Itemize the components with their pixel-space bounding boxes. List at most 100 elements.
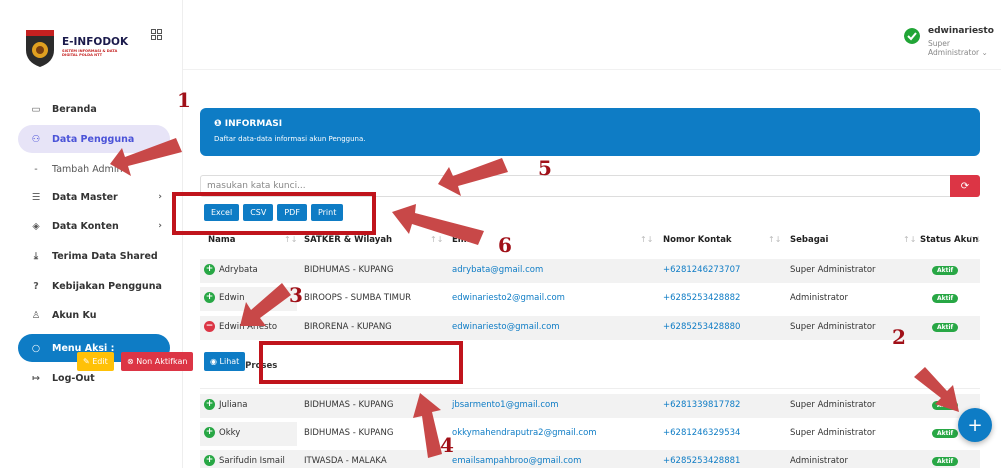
- logout-icon: ↦: [32, 372, 40, 384]
- cell-name: Okky: [219, 428, 241, 438]
- cell-name: Juliana: [219, 400, 248, 410]
- header-email[interactable]: Email: [452, 235, 478, 245]
- cell-email[interactable]: edwinariesto2@gmail.com: [452, 293, 565, 303]
- annotation-number: 3: [289, 283, 303, 307]
- status-badge: Aktif: [932, 323, 959, 332]
- sidebar-item-label: Data Pengguna: [52, 133, 135, 145]
- table-row[interactable]: + Juliana BIDHUMAS - KUPANG jbsarmento1@…: [200, 394, 980, 418]
- info-text: Daftar data-data informasi akun Pengguna…: [214, 135, 366, 143]
- cell-email[interactable]: okkymahendraputra2@gmail.com: [452, 428, 597, 438]
- grid-menu-icon[interactable]: [151, 29, 162, 40]
- table-row[interactable]: + Edwin BIROOPS - SUMBA TIMUR edwinaries…: [200, 287, 980, 311]
- cell-phone[interactable]: +6281246273707: [663, 265, 740, 275]
- cell-role: Administrator: [790, 456, 848, 466]
- user-role-dropdown[interactable]: Super Administrator ⌄: [928, 39, 1001, 57]
- status-badge: Aktif: [932, 401, 959, 410]
- header-sebagai[interactable]: Sebagai: [790, 235, 828, 245]
- add-fab-button[interactable]: +: [958, 408, 992, 442]
- cell-email[interactable]: jbsarmento1@gmail.com: [452, 400, 559, 410]
- collapse-icon[interactable]: −: [204, 321, 215, 332]
- sidebar-item-tambah-admin[interactable]: - Tambah Admin: [18, 155, 170, 183]
- non-aktifkan-button[interactable]: ⊗ Non Aktifkan: [121, 352, 194, 371]
- chevron-right-icon: ›: [158, 221, 162, 231]
- sort-icon[interactable]: ↑↓: [968, 235, 981, 244]
- header-satker[interactable]: SATKER & Wilayah: [304, 235, 392, 245]
- expand-icon[interactable]: +: [204, 264, 215, 275]
- chevron-right-icon: ›: [158, 192, 162, 202]
- expand-icon[interactable]: +: [204, 455, 215, 466]
- header-nama[interactable]: Nama: [208, 235, 235, 245]
- check-circle-icon: [904, 28, 920, 44]
- sidebar-item-data-konten[interactable]: ◈ Data Konten ›: [18, 212, 170, 240]
- top-bar: [183, 0, 1001, 70]
- cell-phone[interactable]: +6281246329534: [663, 428, 740, 438]
- cell-phone[interactable]: +6285253428882: [663, 293, 740, 303]
- cell-satker: ITWASDA - MALAKA: [304, 456, 387, 466]
- status-badge: Aktif: [932, 429, 959, 438]
- cell-phone[interactable]: +6281339817782: [663, 400, 740, 410]
- sidebar-item-label: Tambah Admin: [52, 163, 123, 175]
- annotation-number: 2: [892, 325, 906, 349]
- edit-button[interactable]: ✎ Edit: [77, 352, 114, 371]
- annotation-box-export: [172, 192, 376, 235]
- logo-subtitle: SISTEM INFORMASI & DATA DIGITAL POLDA NT…: [62, 49, 118, 57]
- sort-icon[interactable]: ↑↓: [903, 235, 916, 244]
- table-row[interactable]: + Adrybata BIDHUMAS - KUPANG adrybata@gm…: [200, 259, 980, 283]
- table-row[interactable]: − Edwin Ariesto BIRORENA - KUPANG edwina…: [200, 316, 980, 340]
- layers-icon: ◈: [32, 220, 40, 232]
- cell-satker: BIDHUMAS - KUPANG: [304, 428, 394, 438]
- cell-name: Sarifudin Ismail: [219, 456, 285, 466]
- header-nomor-kontak[interactable]: Nomor Kontak: [663, 235, 732, 245]
- cell-role: Super Administrator: [790, 322, 876, 332]
- table-row[interactable]: + Sarifudin Ismail ITWASDA - MALAKA emai…: [200, 450, 980, 468]
- cell-email[interactable]: emailsampahbroo@gmail.com: [452, 456, 581, 466]
- sort-icon[interactable]: ↑↓: [640, 235, 653, 244]
- sidebar-item-beranda[interactable]: ▭ Beranda: [18, 95, 170, 123]
- cell-satker: BIDHUMAS - KUPANG: [304, 265, 394, 275]
- cell-name: Adrybata: [219, 265, 258, 275]
- cell-phone[interactable]: +6285253428881: [663, 456, 740, 466]
- user-name[interactable]: edwinariesto: [928, 26, 994, 36]
- sidebar-item-data-pengguna[interactable]: ⚇ Data Pengguna: [18, 125, 170, 153]
- sidebar-item-data-master[interactable]: ☰ Data Master ›: [18, 183, 170, 211]
- logo-title: E-INFODOK: [62, 36, 129, 48]
- sidebar-item-label: Terima Data Shared: [52, 250, 158, 262]
- sidebar: E-INFODOK SISTEM INFORMASI & DATA DIGITA…: [0, 0, 183, 468]
- table-row[interactable]: + Okky BIDHUMAS - KUPANG okkymahendraput…: [200, 422, 980, 446]
- status-badge: Aktif: [932, 266, 959, 275]
- sidebar-item-label: Log-Out: [52, 372, 95, 384]
- sidebar-item-label: Beranda: [52, 103, 97, 115]
- annotation-number: 6: [498, 233, 512, 257]
- refresh-button[interactable]: ⟳: [950, 175, 980, 197]
- cell-satker: BIROOPS - SUMBA TIMUR: [304, 293, 412, 303]
- cell-email[interactable]: adrybata@gmail.com: [452, 265, 543, 275]
- status-badge: Aktif: [932, 457, 959, 466]
- user-icon: ♙: [31, 309, 41, 321]
- sort-icon[interactable]: ↑↓: [768, 235, 781, 244]
- sidebar-item-akun-ku[interactable]: ♙ Akun Ku: [18, 301, 170, 329]
- sort-icon[interactable]: ↑↓: [430, 235, 443, 244]
- cell-email[interactable]: edwinariesto@gmail.com: [452, 322, 560, 332]
- sidebar-item-label: Akun Ku: [52, 309, 97, 321]
- cell-name: Edwin: [219, 293, 245, 303]
- sidebar-item-terima-data-shared[interactable]: ⤓ Terima Data Shared: [18, 242, 170, 270]
- home-icon: ▭: [31, 103, 41, 115]
- info-banner: ❶ INFORMASI Daftar data-data informasi a…: [200, 108, 980, 156]
- lihat-button[interactable]: ◉ Lihat: [204, 352, 246, 371]
- plus-icon: +: [967, 414, 983, 436]
- expand-icon[interactable]: +: [204, 292, 215, 303]
- cell-name: Edwin Ariesto: [219, 322, 278, 332]
- app-logo[interactable]: E-INFODOK SISTEM INFORMASI & DATA DIGITA…: [22, 26, 172, 67]
- info-title: ❶ INFORMASI: [214, 119, 283, 129]
- annotation-number: 5: [538, 156, 552, 180]
- expand-icon[interactable]: +: [204, 427, 215, 438]
- cell-phone[interactable]: +6285253428880: [663, 322, 740, 332]
- expand-icon[interactable]: +: [204, 399, 215, 410]
- sidebar-item-label: Data Master: [52, 191, 118, 203]
- sort-icon[interactable]: ↑↓: [284, 235, 297, 244]
- status-badge: Aktif: [932, 294, 959, 303]
- cell-role: Super Administrator: [790, 428, 876, 438]
- annotation-number: 1: [177, 88, 191, 112]
- sidebar-item-label: Data Konten: [52, 220, 119, 232]
- sidebar-item-kebijakan-pengguna[interactable]: ? Kebijakan Pengguna: [18, 272, 170, 300]
